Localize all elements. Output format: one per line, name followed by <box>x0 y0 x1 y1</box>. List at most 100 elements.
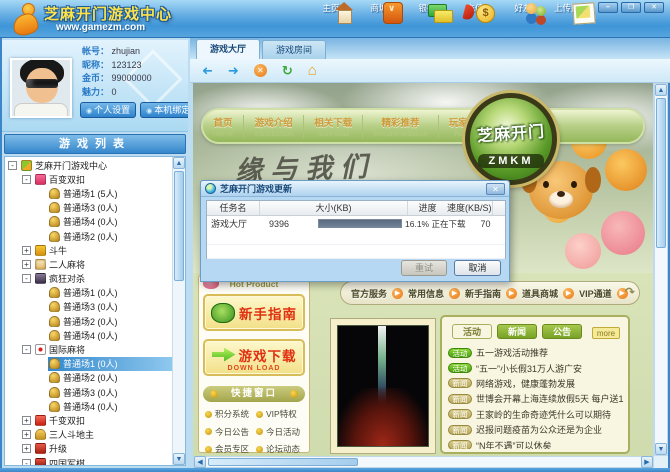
tree-item[interactable]: 普通场3 (0人) <box>5 300 172 314</box>
tree-toggle[interactable]: - <box>22 345 31 354</box>
service-link[interactable]: VIP通道 ▶ <box>579 287 628 300</box>
tree-item[interactable]: + 升级 <box>5 442 172 456</box>
tree-item[interactable]: + 二人麻将 <box>5 257 172 271</box>
shortcut-link[interactable]: 会员专区 <box>205 443 256 455</box>
newbie-guide-button[interactable]: 新手指南 <box>203 294 305 331</box>
toolbar-home[interactable]: 主页 <box>308 2 354 36</box>
game-download-button[interactable]: 游戏下载 DOWN LOAD <box>203 339 305 376</box>
tree-toggle[interactable]: + <box>22 246 31 255</box>
toolbar-bank[interactable]: 银行 <box>404 2 450 36</box>
personal-settings-button[interactable]: 个人设置 <box>80 102 136 118</box>
shortcut-link[interactable]: VIP特权 <box>256 408 307 420</box>
tree-item[interactable]: 普通场2 (0人) <box>5 229 172 243</box>
back-button[interactable]: ➜ <box>202 64 213 77</box>
scroll-up-icon[interactable]: ▲ <box>655 84 667 96</box>
tree-toggle[interactable]: - <box>22 274 31 283</box>
news-item[interactable]: 新闻 网络游戏，健康蓬勃发展 <box>448 376 624 391</box>
tree-item[interactable]: + 三人斗地主 <box>5 428 172 442</box>
avatar[interactable] <box>10 58 72 118</box>
tree-item[interactable]: - 四国军棋 <box>5 456 172 465</box>
task-progress-cell: 16.1% 正在下载 <box>318 218 466 230</box>
scroll-right-icon[interactable]: ▶ <box>641 456 653 468</box>
tree-item[interactable]: + 千变双扣 <box>5 413 172 427</box>
tree-item[interactable]: + 斗牛 <box>5 243 172 257</box>
shortcut-link[interactable]: 今日公告 <box>205 426 256 438</box>
tree-item[interactable]: - 百变双扣 <box>5 172 172 186</box>
toolbar-upload-photo[interactable]: 上传照片 <box>548 2 594 36</box>
peach-decoration <box>601 211 645 255</box>
maximize-button[interactable]: ❐ <box>621 2 641 13</box>
stop-button[interactable]: ✕ <box>254 64 267 77</box>
news-item[interactable]: 新闻 王家岭的生命奇迹凭什么可以期待 <box>448 407 624 422</box>
news-tab-news[interactable]: 新闻 <box>497 324 537 339</box>
tree-item[interactable]: 普通场2 (0人) <box>5 314 172 328</box>
news-item[interactable]: 活动 “五一”小长假31万人游广安 <box>448 360 624 375</box>
tab-game-hall[interactable]: 游戏大厅 <box>196 39 260 59</box>
service-link[interactable]: 道具商城 ▶ <box>522 287 574 300</box>
dialog-title-bar[interactable]: 芝麻开门游戏更新 ✕ <box>201 181 509 197</box>
dialog-close-button[interactable]: ✕ <box>486 183 505 195</box>
shortcut-link[interactable]: 今日活动 <box>256 426 307 438</box>
tree-item[interactable]: 普通场2 (0人) <box>5 371 172 385</box>
site-nav-home[interactable]: 首页 Home <box>203 115 244 138</box>
toolbar-mall[interactable]: 商城 <box>356 2 402 36</box>
tree-item[interactable]: 普通场3 (0人) <box>5 201 172 215</box>
tree-toggle[interactable]: - <box>8 161 17 170</box>
game-screenshot[interactable] <box>337 325 429 447</box>
tree-item[interactable]: 普通场4 (0人) <box>5 215 172 229</box>
game-icon <box>35 443 46 454</box>
cancel-button[interactable]: 取消 <box>454 260 501 276</box>
tree-item[interactable]: 普通场1 (0人) <box>5 357 172 371</box>
toolbar-recharge[interactable]: 充值 <box>452 2 498 36</box>
scroll-up-icon[interactable]: ▲ <box>173 157 185 169</box>
home-button[interactable]: ⌂ <box>308 63 317 78</box>
scroll-down-icon[interactable]: ▼ <box>655 443 667 455</box>
tree-toggle[interactable]: - <box>22 459 31 465</box>
horizontal-scrollbar[interactable]: ◀ ▶ <box>193 456 654 468</box>
tree-toggle[interactable]: - <box>22 175 31 184</box>
news-item[interactable]: 新闻 “N年不遇”可以休矣 <box>448 437 624 449</box>
horizontal-scroll-thumb[interactable] <box>208 458 358 466</box>
news-tab-notice[interactable]: 公告 <box>542 324 582 339</box>
service-link[interactable]: 官方服务 ▶ <box>351 287 403 300</box>
tree-toggle[interactable]: + <box>22 260 31 269</box>
scroll-down-icon[interactable]: ▼ <box>173 453 185 465</box>
machine-bind-button[interactable]: 本机绑定 <box>140 102 188 118</box>
tree-item[interactable]: - 国际麻将 <box>5 342 172 356</box>
tree-item[interactable]: 普通场4 (0人) <box>5 328 172 342</box>
vertical-scrollbar[interactable]: ▲ ▼ <box>654 83 668 456</box>
tree-toggle[interactable]: + <box>22 416 31 425</box>
tree-item[interactable]: - 芝麻开门游戏中心 <box>5 158 172 172</box>
toolbar-friends[interactable]: 好友 <box>500 2 546 36</box>
refresh-button[interactable]: ↻ <box>282 64 293 77</box>
tree-toggle[interactable]: + <box>22 444 31 453</box>
tree-item[interactable]: - 疯狂对杀 <box>5 272 172 286</box>
shortcut-link[interactable]: 积分系统 <box>205 408 256 420</box>
tab-game-room[interactable]: 游戏房间 <box>262 40 326 59</box>
retry-button[interactable]: 重试 <box>401 260 447 276</box>
tree-item[interactable]: 普通场3 (0人) <box>5 385 172 399</box>
tree-scrollbar[interactable]: ▲ ▼ <box>172 157 185 465</box>
download-task-row[interactable]: 游戏大厅 9396 16.1% 正在下载 70 <box>207 216 505 231</box>
news-item[interactable]: 活动 五一游戏活动推荐 <box>448 345 624 360</box>
service-link[interactable]: 新手指南 ▶ <box>465 287 517 300</box>
vertical-scroll-thumb[interactable] <box>656 98 666 248</box>
shortcut-link[interactable]: 论坛动态 <box>256 443 307 455</box>
site-nav-recommend[interactable]: 精彩推荐 Recommedation <box>363 115 439 138</box>
minimize-button[interactable]: – <box>598 2 618 13</box>
tree-item[interactable]: 普通场1 (5人) <box>5 186 172 200</box>
tree-toggle[interactable]: + <box>22 430 31 439</box>
scroll-left-icon[interactable]: ◀ <box>194 456 206 468</box>
close-button[interactable]: ✕ <box>644 2 664 13</box>
news-item[interactable]: 新闻 迟报问题疫苗为公众还是为企业 <box>448 422 624 437</box>
tree-item[interactable]: 普通场1 (0人) <box>5 286 172 300</box>
forward-button[interactable]: ➜ <box>228 64 239 77</box>
service-link[interactable]: 常用信息 ▶ <box>408 287 460 300</box>
news-tab-activity[interactable]: 活动 <box>452 324 492 339</box>
tree-item[interactable]: 普通场4 (0人) <box>5 399 172 413</box>
more-button[interactable]: more <box>592 327 620 339</box>
news-item[interactable]: 新闻 世博会开幕上海连续放假5天 每户送1 <box>448 391 624 406</box>
site-nav-download[interactable]: 相关下载 download <box>304 115 363 138</box>
tree-scroll-thumb[interactable] <box>174 171 184 281</box>
site-nav-intro[interactable]: 游戏介绍 Introduction <box>244 115 304 138</box>
